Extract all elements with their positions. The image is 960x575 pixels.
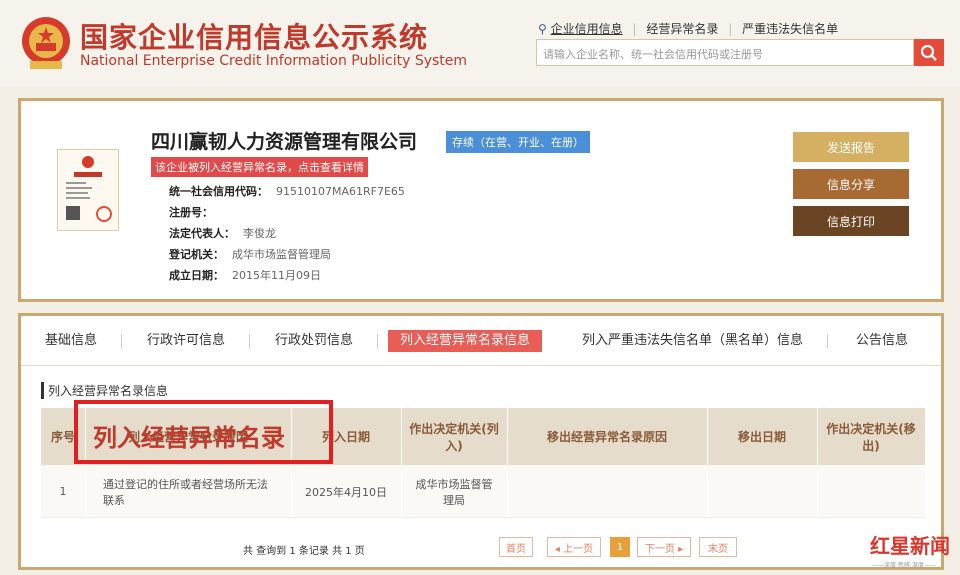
link-abnormal-list[interactable]: 经营异常名录 <box>646 20 718 37</box>
reg-number-row: 注册号： <box>169 206 213 219</box>
share-button[interactable]: 信息分享 <box>793 169 909 199</box>
cell-authority-in: 成华市场监督管理局 <box>415 477 493 507</box>
abnormal-notice-link[interactable]: 该企业被列入经营异常名录，点击查看详情 <box>151 157 368 177</box>
search-button[interactable] <box>914 39 944 66</box>
cell-index: 1 <box>59 485 67 498</box>
send-report-button[interactable]: 发送报告 <box>793 132 909 162</box>
section-title: 列入经营异常名录信息 <box>41 382 168 399</box>
highlight-label: 列入经营异常名录 <box>93 424 285 452</box>
search-icon <box>920 44 937 61</box>
site-subtitle: National Enterprise Credit Information P… <box>80 53 468 69</box>
page-1-button[interactable]: 1 <box>610 537 630 557</box>
th-authority-in: 作出决定机关(列入) <box>409 421 499 453</box>
news-watermark-logo: 红星新闻 <box>870 534 950 558</box>
tab-abnormal[interactable]: 列入经营异常名录信息 <box>388 330 543 352</box>
th-remove-date: 移出日期 <box>737 430 786 444</box>
cell-reason: 通过登记的住所或者经营场所无法联系 <box>103 477 268 507</box>
news-watermark-tagline: ——深度·思辨·温度—— <box>872 562 936 569</box>
th-remove-reason: 移出经营异常名录原因 <box>546 430 667 444</box>
print-button[interactable]: 信息打印 <box>793 206 909 236</box>
tab-license[interactable]: 行政许可信息 <box>147 330 225 352</box>
legal-rep-row: 法定代表人： 李俊龙 <box>169 227 276 240</box>
prev-page-button[interactable]: ◂ 上一页 <box>547 537 601 557</box>
th-authority-out: 作出决定机关(移出) <box>826 421 916 453</box>
founded-row: 成立日期： 2015年11月09日 <box>169 269 321 282</box>
cell-remove-reason <box>507 465 707 518</box>
cell-authority-out <box>817 465 925 518</box>
company-name: 四川赢韧人力资源管理有限公司 <box>151 131 418 153</box>
record-count: 共 查询到 1 条记录 共 1 页 <box>243 546 365 557</box>
table-row: 1 通过登记的住所或者经营场所无法联系 2025年4月10日 成华市场监督管理局 <box>41 465 925 518</box>
tab-bar: 基础信息 行政许可信息 行政处罚信息 列入经营异常名录信息 列入严重违法失信名单… <box>21 316 941 366</box>
credit-code-row: 统一社会信用代码： 91510107MA61RF7E65 <box>169 185 405 198</box>
first-page-button[interactable]: 首页 <box>499 537 533 557</box>
link-blacklist[interactable]: 严重违法失信名单 <box>742 20 838 37</box>
next-page-button[interactable]: 下一页 ▸ <box>637 537 691 557</box>
site-title: 国家企业信用信息公示系统 <box>80 21 429 54</box>
authority-row: 登记机关： 成华市场监督管理局 <box>169 248 331 261</box>
top-links: ⚲ 企业信用信息 | 经营异常名录 | 严重违法失信名单 <box>538 20 839 37</box>
search-small-icon: ⚲ <box>538 22 547 36</box>
last-page-button[interactable]: 末页 <box>699 537 737 557</box>
cell-remove-date <box>707 465 817 518</box>
tab-blacklist[interactable]: 列入严重违法失信名单（黑名单）信息 <box>582 330 803 352</box>
tab-penalty[interactable]: 行政处罚信息 <box>275 330 353 352</box>
business-license-image <box>57 149 119 231</box>
tab-basic[interactable]: 基础信息 <box>45 330 97 352</box>
details-panel: 基础信息 行政许可信息 行政处罚信息 列入经营异常名录信息 列入严重违法失信名单… <box>18 313 944 570</box>
status-badge: 存续（在营、开业、在册） <box>446 131 590 153</box>
cell-date: 2025年4月10日 <box>305 485 387 499</box>
tab-announcement[interactable]: 公告信息 <box>856 330 908 352</box>
link-credit-info[interactable]: 企业信用信息 <box>551 20 623 37</box>
site-header: 国家企业信用信息公示系统 National Enterprise Credit … <box>0 0 960 86</box>
company-panel: 四川赢韧人力资源管理有限公司 存续（在营、开业、在册） 该企业被列入经营异常名录… <box>18 98 944 302</box>
national-emblem-icon <box>20 15 72 71</box>
search-input[interactable]: 请输入企业名称、统一社会信用代码或注册号 <box>536 39 914 66</box>
